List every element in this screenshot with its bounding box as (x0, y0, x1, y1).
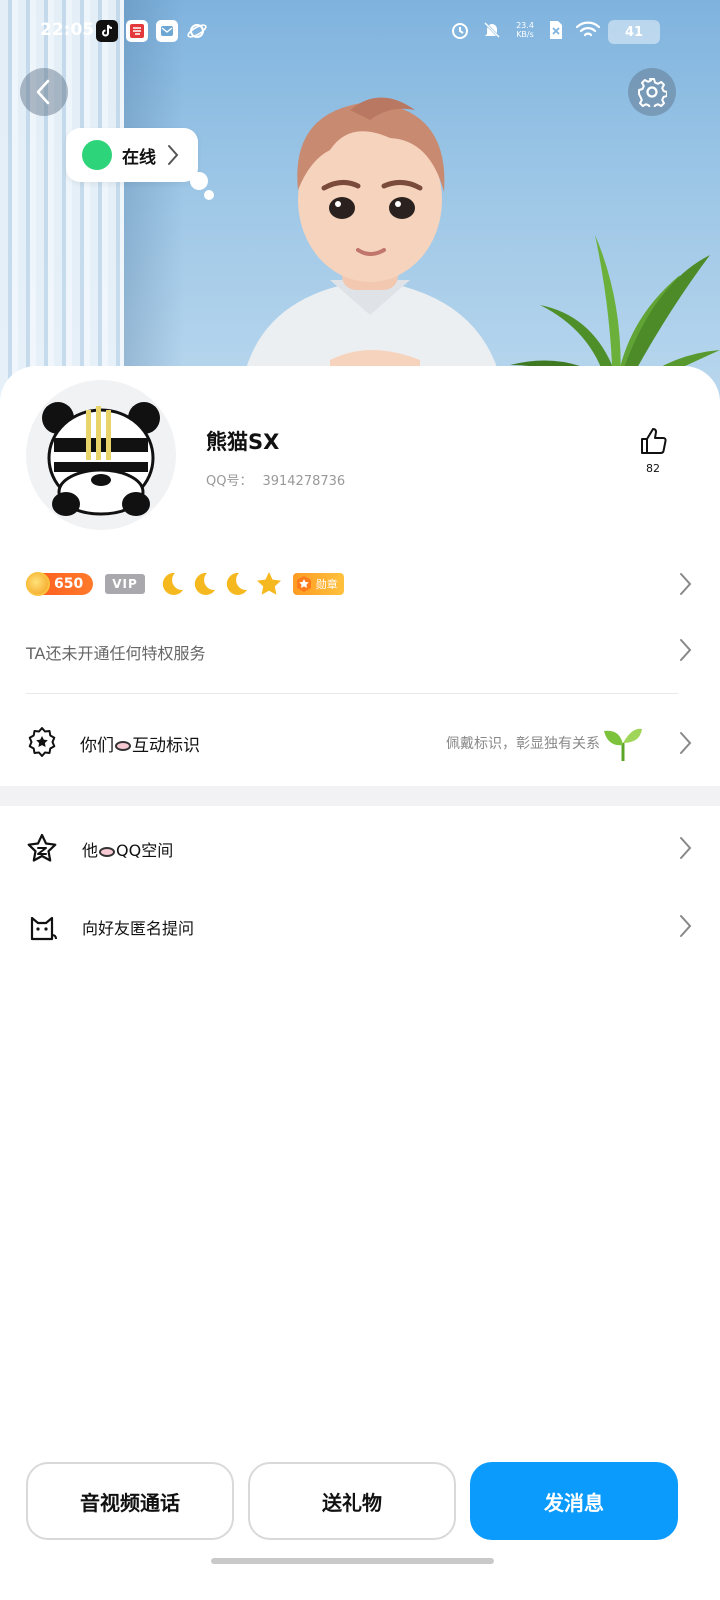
network-speed: 23.4 KB/s (516, 21, 534, 39)
badges-row[interactable]: 650 VIP 勋章 (26, 566, 696, 602)
avatar[interactable] (26, 380, 176, 530)
status-time: 22:05 (40, 20, 95, 40)
alarm-icon (452, 23, 468, 39)
qq-number-label: QQ号： (206, 474, 253, 489)
section-separator (0, 786, 720, 806)
like-count: 82 (646, 462, 660, 475)
level-badge: 650 (26, 572, 94, 596)
status-app-icons (96, 20, 208, 42)
back-button[interactable] (20, 68, 68, 116)
nickname: 熊猫SX (206, 430, 280, 454)
interaction-badge-hint: 佩戴标识，彰显独有关系 (446, 736, 600, 752)
settings-button[interactable] (628, 68, 676, 116)
moon-icon (226, 572, 247, 595)
qzone-row[interactable]: 他 QQ空间 (26, 821, 696, 875)
mail-icon (156, 20, 178, 42)
planet-icon (186, 20, 208, 42)
gear-icon (638, 78, 667, 107)
privilege-row[interactable]: TA还未开通任何特权服务 (26, 632, 696, 668)
medal-badge: 勋章 (292, 573, 344, 595)
badge-gear-icon (28, 727, 56, 757)
interaction-badge-row[interactable]: 你们 互动标识 佩戴标识，彰显独有关系 (26, 716, 696, 770)
profile-card: 熊猫SX QQ号： 3914278736 82 650 VIP 勋章 TA还未开通… (0, 366, 720, 1600)
wifi-icon (576, 21, 600, 37)
sprout-icon (604, 728, 642, 761)
level-value: 650 (54, 576, 84, 592)
anonymous-question-label: 向好友匿名提问 (82, 919, 195, 938)
medal-label: 勋章 (315, 578, 338, 591)
like-button[interactable]: 82 (628, 426, 678, 475)
qzone-star-icon (27, 833, 57, 862)
cat-icon (30, 916, 57, 941)
chevron-right-icon (168, 145, 179, 165)
star-icon (256, 572, 281, 595)
chevron-right-icon (680, 573, 692, 595)
av-call-button[interactable]: 音视频通话 (26, 1462, 234, 1540)
send-gift-button[interactable]: 送礼物 (248, 1462, 456, 1540)
chevron-right-icon (680, 915, 692, 937)
sim-disabled-icon (550, 21, 562, 39)
zplan-avatar-character (240, 97, 505, 400)
privilege-text: TA还未开通任何特权服务 (26, 644, 206, 663)
chevron-right-icon (680, 732, 692, 754)
anonymous-question-row[interactable]: 向好友匿名提问 (26, 899, 696, 953)
coin-icon (26, 572, 50, 596)
chevron-right-icon (680, 837, 692, 859)
qzone-label: 他 QQ空间 (82, 841, 174, 860)
mute-bell-icon (484, 22, 500, 38)
qq-number: 3914278736 (262, 474, 346, 489)
status-indicators: 23.4 KB/s (450, 20, 600, 40)
online-status-label: 在线 (122, 147, 156, 168)
send-message-button[interactable]: 发消息 (470, 1462, 678, 1540)
thumbs-up-icon (641, 428, 667, 454)
taobao-icon (126, 20, 148, 42)
moon-icon (194, 572, 215, 595)
smiley-icon (99, 846, 116, 857)
interaction-badge-label: 你们 互动标识 (80, 736, 200, 756)
qq-number-line: QQ号： 3914278736 (206, 470, 345, 489)
vip-badge: VIP (105, 574, 145, 594)
status-bar: 22:05 23.4 KB/s 41 (0, 0, 720, 64)
level-icons (159, 570, 283, 598)
online-status-bubble[interactable]: 在线 (66, 128, 198, 182)
chevron-right-icon (680, 639, 692, 661)
tiktok-icon (96, 20, 118, 42)
battery-indicator: 41 (608, 20, 660, 44)
moon-icon (162, 572, 183, 595)
divider (26, 693, 678, 694)
smiley-icon (115, 741, 131, 751)
home-indicator[interactable] (211, 1558, 494, 1564)
panda-avatar-image (42, 402, 160, 516)
chevron-left-icon (36, 79, 50, 105)
medal-star-icon (296, 576, 311, 592)
online-dot-icon (82, 140, 112, 170)
